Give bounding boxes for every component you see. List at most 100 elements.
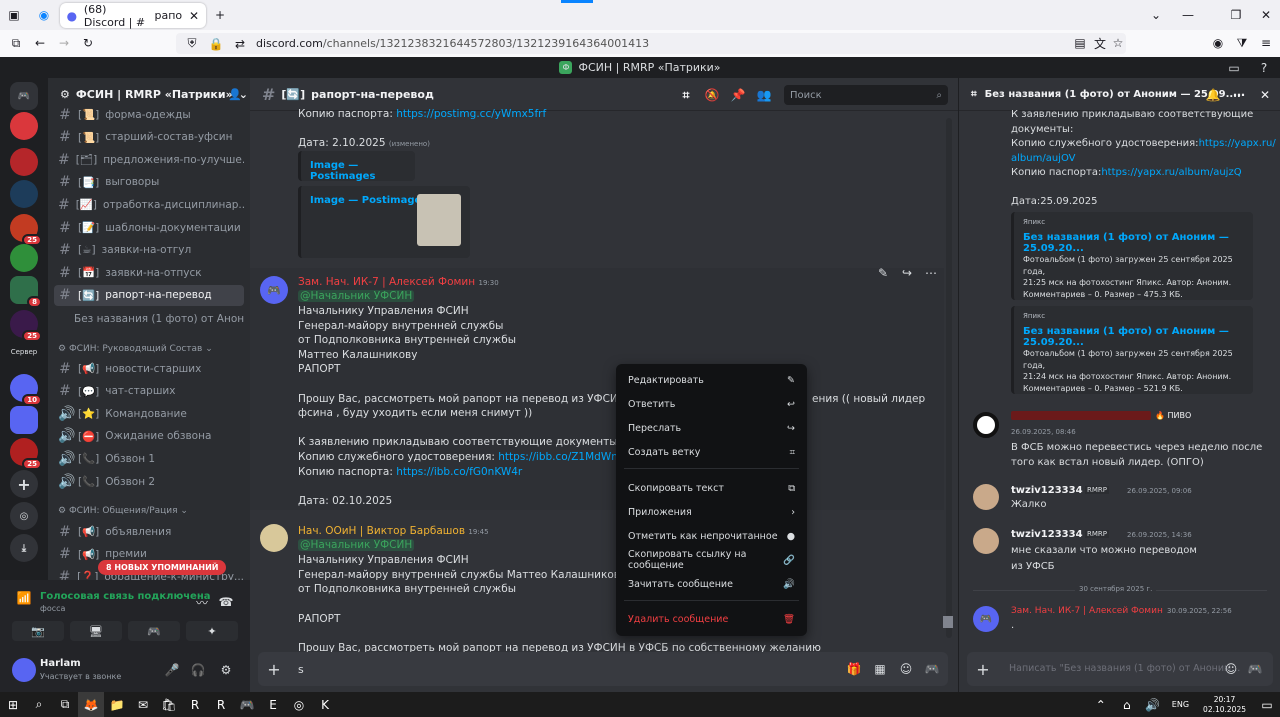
network-icon[interactable]: ⌂ <box>1114 692 1140 717</box>
server-icon-2[interactable] <box>10 148 38 176</box>
extensions-icon[interactable]: ⧩ <box>1234 35 1250 51</box>
forward-icon[interactable]: → <box>56 35 72 51</box>
app-icon-k[interactable]: K <box>312 692 338 717</box>
channel-channels-3[interactable]: # [📑] выговоры <box>54 172 244 193</box>
tab-overview-icon[interactable]: ▣ <box>6 7 22 23</box>
thread-msg-3-author[interactable]: twziv123334 <box>1011 529 1083 540</box>
maximize-icon[interactable]: ❐ <box>1228 7 1244 23</box>
channel-channels_2-2[interactable]: 🔊 [⭐] Командование <box>54 403 244 424</box>
new-mentions-pill[interactable]: 8 НОВЫХ УПОМИНАНИЙ <box>98 560 227 575</box>
notifications-icon[interactable]: ▭ <box>1254 692 1280 717</box>
discover-icon[interactable]: ◎ <box>10 502 38 530</box>
server-icon-5[interactable] <box>10 244 38 272</box>
menu-apps[interactable]: Приложения › <box>624 501 799 523</box>
soundboard-button[interactable]: ✦ <box>186 621 238 641</box>
avatar[interactable] <box>12 658 36 682</box>
steam-icon[interactable]: ◎ <box>286 692 312 717</box>
account-icon[interactable]: ◉ <box>1210 35 1226 51</box>
menu-reply[interactable]: Ответить ↩ <box>624 393 799 415</box>
category-comms[interactable]: ⚙ ФСИН: Общения/Рация ⌄ <box>58 506 188 516</box>
tray-chevron-icon[interactable]: ⌃ <box>1088 692 1114 717</box>
passport-link[interactable]: https://yapx.ru/album/aujzQ <box>1101 167 1241 178</box>
channel-channels-8[interactable]: # [🔄] рапорт-на-перевод <box>54 284 244 306</box>
bookmark-star-icon[interactable]: ☆ <box>1110 35 1126 51</box>
sticker-icon[interactable]: ☺ <box>898 661 914 677</box>
explorer-icon[interactable]: 📁 <box>104 692 130 717</box>
redacted-author[interactable] <box>1011 411 1151 420</box>
menu-edit[interactable]: Редактировать ✎ <box>624 369 799 391</box>
menu-copy-link[interactable]: Скопировать ссылку на сообщение 🔗 <box>624 549 799 571</box>
sidebar-icon[interactable]: ⧉ <box>8 35 24 51</box>
translate-icon[interactable]: 文 <box>1092 35 1108 51</box>
scrollbar-track[interactable] <box>946 118 952 638</box>
server-text-label[interactable]: Сервер <box>2 348 46 356</box>
channel-channels_2-1[interactable]: # [💬] чат-старших <box>54 381 244 402</box>
channel-channels_2-3[interactable]: 🔊 [⛔] Ожидание обзвона <box>54 426 244 447</box>
mute-bell-icon[interactable]: 🔕 <box>704 87 720 103</box>
shield-icon[interactable]: ⛨ <box>184 36 200 52</box>
channel-channels_3-0[interactable]: # [📢] объявления <box>54 521 244 542</box>
menu-mark-unread[interactable]: Отметить как непрочитанное ● <box>624 525 799 547</box>
epic-icon[interactable]: E <box>260 692 286 717</box>
voice-status[interactable]: Голосовая связь подключена <box>40 591 211 602</box>
channel-channels-7[interactable]: # [📅] заявки-на-отпуск <box>54 262 244 283</box>
embed-1-title[interactable]: Image — Postimages <box>310 160 415 182</box>
message-2-mention[interactable]: @Начальник УФСИН <box>298 538 415 553</box>
threads-icon[interactable]: ⌗ <box>678 87 694 103</box>
settings-gear-icon[interactable]: ⚙ <box>218 662 234 678</box>
menu-delete[interactable]: Удалить сообщение 🗑 <box>624 608 799 630</box>
reader-icon[interactable]: ▤ <box>1072 35 1088 51</box>
search-input[interactable]: Поиск ⌕ <box>784 85 948 105</box>
reload-icon[interactable]: ↻ <box>80 35 96 51</box>
avatar[interactable] <box>973 528 999 554</box>
pin-icon[interactable]: 📌 <box>730 87 746 103</box>
camera-button[interactable]: 📷 <box>12 621 64 641</box>
message-composer[interactable]: + s 🎁 ▦ ☺ 🎮 <box>258 652 948 686</box>
gift-icon[interactable]: 🎁 <box>846 661 862 677</box>
category-leadership[interactable]: ⚙ ФСИН: Руководящий Состав ⌄ <box>58 344 213 354</box>
task-view-icon[interactable]: ⧉ <box>52 692 78 717</box>
embed-thumbnail[interactable] <box>417 194 461 246</box>
close-window-icon[interactable]: ✕ <box>1258 7 1274 23</box>
attach-plus-icon[interactable]: + <box>975 660 991 679</box>
id-link-2[interactable]: album/aujOV <box>1011 152 1276 167</box>
members-icon[interactable]: 👥 <box>756 87 772 103</box>
firefox-icon[interactable]: 🦊 <box>78 692 104 717</box>
app-icon-r[interactable]: R <box>182 692 208 717</box>
menu-speak[interactable]: Зачитать сообщение 🔊 <box>624 573 799 595</box>
voice-sub[interactable]: фосса <box>40 604 65 613</box>
attach-plus-icon[interactable]: + <box>266 660 282 679</box>
server-icon-current[interactable]: 8 <box>10 276 42 308</box>
server-icon-11[interactable]: 25 <box>10 438 42 470</box>
emoji-icon[interactable]: ☺ <box>1223 661 1239 677</box>
thread-composer[interactable]: + Написать "Без названия (1 фото) от Ано… <box>967 652 1273 686</box>
server-icon-3[interactable] <box>10 180 38 208</box>
more-icon[interactable]: ⋯ <box>1231 87 1247 103</box>
bell-icon[interactable]: 🔔 <box>1205 87 1221 103</box>
thread-msg-2-author[interactable]: twziv123334 <box>1011 485 1083 496</box>
add-member-icon[interactable]: 👤 <box>228 88 242 101</box>
passport-link[interactable]: https://ibb.co/fG0nKW4r <box>396 466 522 478</box>
message-1-mention[interactable]: @Начальник УФСИН <box>298 289 415 304</box>
start-icon[interactable]: ⊞ <box>0 692 26 717</box>
language-indicator[interactable]: ENG <box>1166 700 1195 709</box>
back-icon[interactable]: ← <box>32 35 48 51</box>
channel-channels-4[interactable]: # [📈] отработка-дисциплинар... <box>54 194 244 215</box>
active-tab[interactable]: ● (68) Discord | # рапо ✕ <box>60 3 206 29</box>
embed-2-title[interactable]: Image — Postimages <box>310 195 427 206</box>
channel-channels_2-0[interactable]: # [📢] новости-старших <box>54 358 244 379</box>
search-icon[interactable]: ⌕ <box>26 692 52 717</box>
avatar[interactable] <box>260 524 288 552</box>
new-tab-icon[interactable]: + <box>212 7 228 23</box>
passport-link[interactable]: https://postimg.cc/yWmx5frf <box>396 108 546 120</box>
download-icon[interactable]: ⤓ <box>10 534 38 562</box>
embed-link[interactable]: Без названия (1 фото) от Аноним — 25.09.… <box>1023 232 1253 254</box>
server-icon-9[interactable]: 10 <box>10 374 42 406</box>
add-server-icon[interactable]: + <box>10 470 38 498</box>
id-link[interactable]: https://yapx.ru/ <box>1199 138 1276 149</box>
menu-create-thread[interactable]: Создать ветку ⌗ <box>624 441 799 463</box>
noise-icon[interactable]: 〰 <box>194 594 210 610</box>
server-icon-4[interactable]: 25 <box>10 214 42 246</box>
username[interactable]: Harlam <box>40 658 81 669</box>
thread-last-author[interactable]: Зам. Нач. ИК-7 | Алексей Фомин <box>1011 606 1163 616</box>
